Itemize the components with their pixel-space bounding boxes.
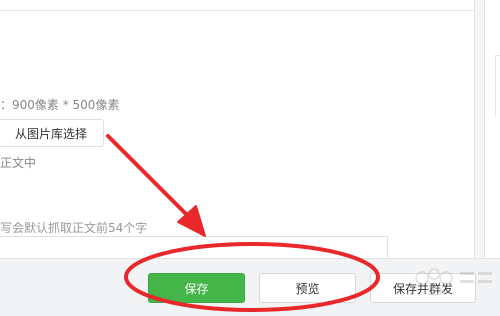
right-panel-divider (495, 55, 500, 116)
preview-button[interactable]: 预览 (259, 273, 356, 303)
editor-panel-border (474, 0, 475, 258)
save-button[interactable]: 保存 (148, 273, 245, 303)
right-side-panel (484, 0, 500, 258)
summary-input[interactable] (0, 236, 388, 258)
body-text-label: 正文中 (0, 156, 37, 170)
select-from-library-button[interactable]: 从图片库选择 (0, 119, 104, 147)
editor-top-divider (0, 0, 474, 11)
editor-panel: ：900像素 * 500像素 从图片库选择 正文中 写会默认抓取正文前54个字 (0, 0, 474, 258)
save-and-publish-button[interactable]: 保存并群发 (370, 273, 476, 303)
summary-hint: 写会默认抓取正文前54个字 (0, 221, 148, 235)
cover-size-hint: ：900像素 * 500像素 (0, 98, 120, 112)
